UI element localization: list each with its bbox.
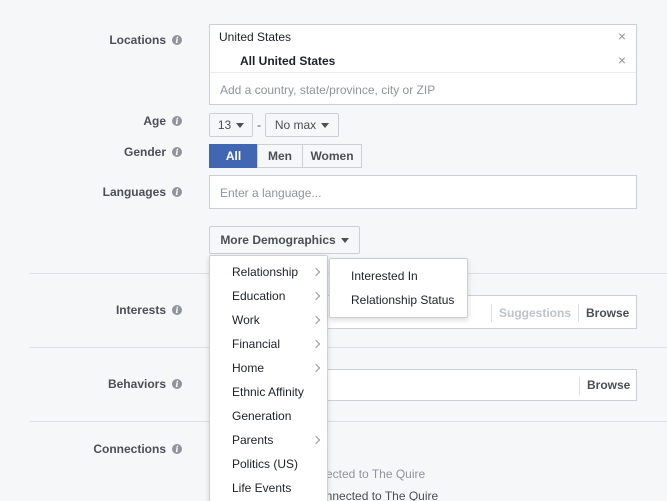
gender-label: Gender i (124, 145, 182, 159)
menu-item-ethnic-affinity[interactable]: Ethnic Affinity (210, 380, 327, 404)
chevron-right-icon (311, 435, 321, 445)
languages-input[interactable]: Enter a language... (209, 175, 637, 209)
age-label: Age i (143, 114, 182, 128)
behaviors-label: Behaviors i (108, 377, 182, 391)
gender-men-button[interactable]: Men (257, 144, 303, 168)
age-max-select[interactable]: No max (265, 113, 339, 137)
interests-sep2 (578, 304, 579, 322)
more-demographics-label: More Demographics (220, 233, 336, 247)
demographics-menu: Relationship Education Work Financial Ho… (209, 255, 328, 501)
location-search-input[interactable]: Add a country, state/province, city or Z… (220, 83, 435, 97)
menu-item-relationship[interactable]: Relationship (210, 260, 327, 284)
menu-item-education[interactable]: Education (210, 284, 327, 308)
chevron-down-icon (321, 122, 330, 128)
gender-all-button[interactable]: All (209, 144, 258, 168)
interests-sep (491, 304, 492, 322)
menu-item-parents[interactable]: Parents (210, 428, 327, 452)
connections-option-1[interactable]: ected to The Quire (326, 467, 425, 481)
menu-item-work[interactable]: Work (210, 308, 327, 332)
remove-country-icon[interactable]: × (618, 28, 626, 44)
languages-placeholder: Enter a language... (220, 186, 322, 200)
remove-sub-icon[interactable]: × (618, 52, 626, 68)
chevron-down-icon (236, 122, 245, 128)
chevron-down-icon (340, 237, 349, 243)
menu-item-home[interactable]: Home (210, 356, 327, 380)
interests-browse-button[interactable]: Browse (586, 306, 629, 320)
location-country: United States (219, 30, 292, 44)
info-icon[interactable]: i (172, 116, 182, 126)
chevron-right-icon (311, 267, 321, 277)
location-sep (210, 72, 636, 73)
info-icon[interactable]: i (172, 187, 182, 197)
menu-item-financial[interactable]: Financial (210, 332, 327, 356)
interests-label: Interests i (116, 303, 182, 317)
relationship-submenu: Interested In Relationship Status (329, 258, 468, 318)
interests-suggestions-button[interactable]: Suggestions (499, 306, 571, 320)
submenu-item-interested-in[interactable]: Interested In (330, 264, 467, 288)
age-max-value: No max (274, 118, 317, 132)
locations-label: Locations i (109, 33, 182, 47)
info-icon[interactable]: i (172, 35, 182, 45)
section-divider (30, 347, 667, 348)
chevron-right-icon (311, 315, 321, 325)
section-divider (30, 421, 667, 422)
info-icon[interactable]: i (172, 305, 182, 315)
menu-item-politics[interactable]: Politics (US) (210, 452, 327, 476)
age-min-value: 13 (217, 118, 232, 132)
gender-toggle: All Men Women (209, 144, 362, 168)
menu-item-life-events[interactable]: Life Events (210, 476, 327, 500)
locations-box: United States × All United States × Add … (209, 24, 637, 105)
age-min-select[interactable]: 13 (209, 113, 253, 137)
connections-label: Connections i (93, 442, 182, 456)
location-sub: All United States (240, 54, 336, 68)
connections-option-2[interactable]: onnected to The Quire (319, 489, 438, 501)
submenu-item-relationship-status[interactable]: Relationship Status (330, 288, 467, 312)
info-icon[interactable]: i (172, 379, 182, 389)
behaviors-sep (579, 377, 580, 395)
menu-item-generation[interactable]: Generation (210, 404, 327, 428)
info-icon[interactable]: i (172, 147, 182, 157)
chevron-right-icon (311, 363, 321, 373)
behaviors-browse-button[interactable]: Browse (587, 378, 630, 392)
gender-women-button[interactable]: Women (302, 144, 362, 168)
info-icon[interactable]: i (172, 444, 182, 454)
more-demographics-button[interactable]: More Demographics (209, 226, 360, 254)
chevron-right-icon (311, 291, 321, 301)
chevron-right-icon (311, 339, 321, 349)
languages-label: Languages i (103, 185, 182, 199)
age-separator: - (257, 118, 261, 132)
